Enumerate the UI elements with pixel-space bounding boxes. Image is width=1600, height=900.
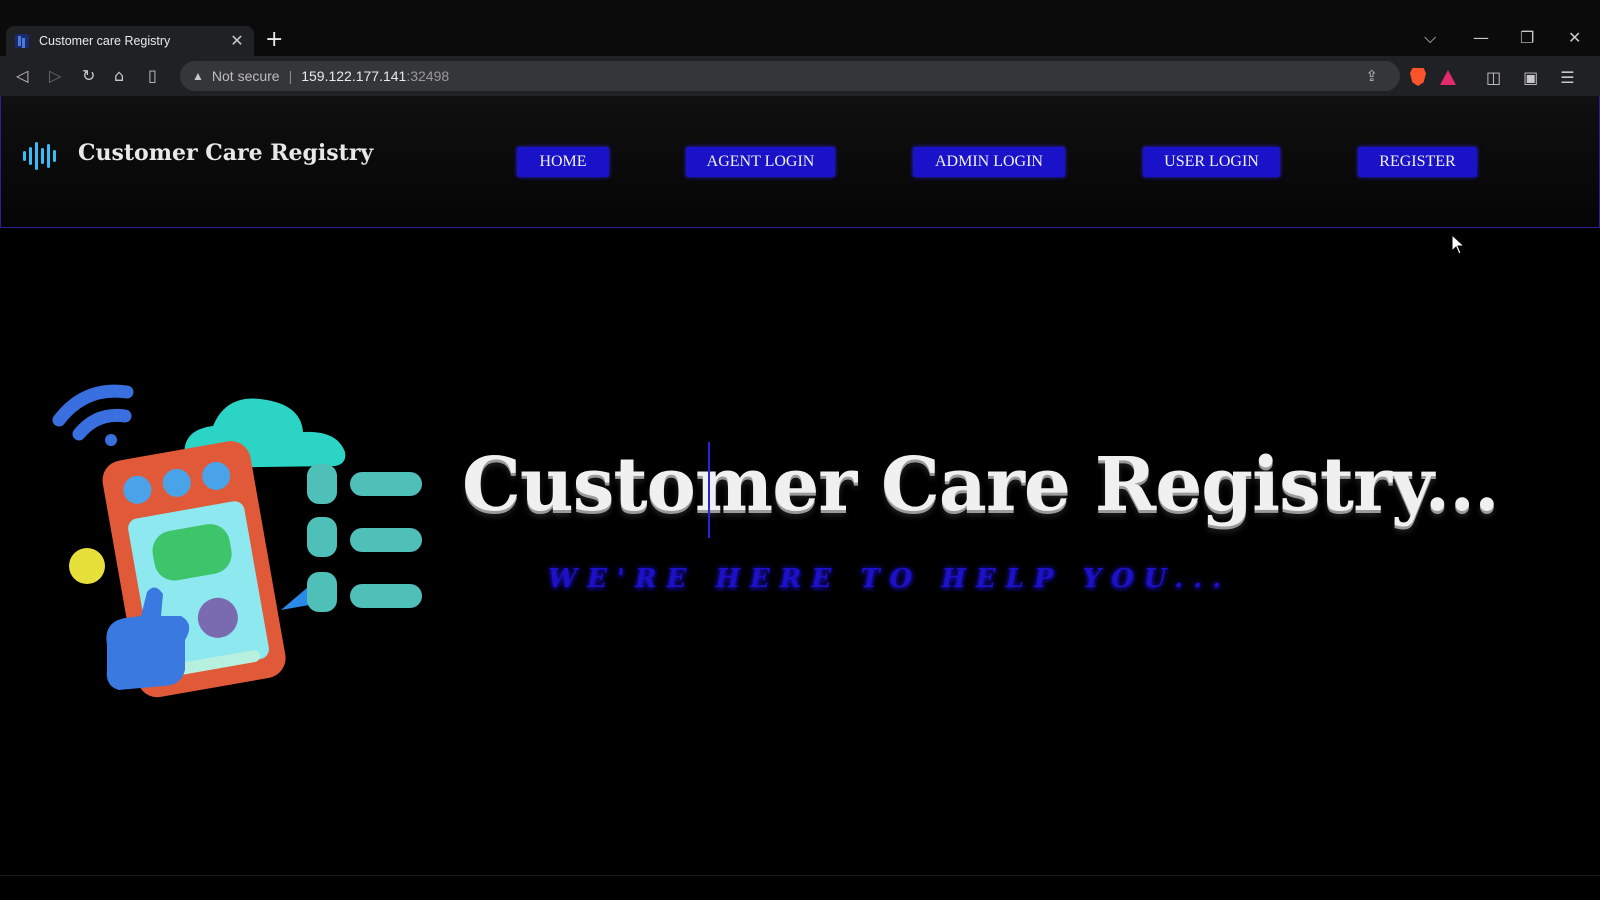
address-separator: | — [288, 68, 293, 84]
mouse-pointer-icon — [1451, 234, 1465, 255]
nav-user-login-button[interactable]: USER LOGIN — [1143, 147, 1280, 177]
nav-home-button[interactable]: HOME — [517, 147, 609, 177]
extensions-area: ◫ ▣ ☰ — [1410, 64, 1575, 90]
sound-wave-logo-icon — [23, 140, 57, 172]
favicon-icon — [15, 34, 29, 48]
brand-name[interactable]: Customer Care Registry — [78, 140, 373, 166]
nav-agent-login-button[interactable]: AGENT LOGIN — [686, 147, 835, 177]
browser-tab[interactable]: Customer care Registry ✕ — [6, 26, 254, 56]
site-navbar: Customer Care Registry HOME AGENT LOGIN … — [0, 96, 1600, 228]
home-icon[interactable]: ⌂ — [114, 66, 124, 86]
browser-tabbar: Customer care Registry ✕ + ⌵ — ❐ ✕ — [0, 0, 1600, 56]
hero-subtitle: WE'RE HERE TO HELP YOU... — [548, 564, 1232, 594]
brave-shields-icon[interactable] — [1410, 68, 1426, 86]
yellow-ball — [69, 548, 105, 584]
reload-icon[interactable]: ↻ — [82, 66, 95, 86]
url-host: 159.122.177.141 — [301, 68, 407, 84]
menu-icon[interactable]: ☰ — [1560, 68, 1574, 87]
new-tab-button[interactable]: + — [265, 28, 283, 52]
page-content: Customer Care Registry HOME AGENT LOGIN … — [0, 96, 1600, 900]
page-bottom-divider — [0, 875, 1600, 876]
url-port: :32498 — [406, 68, 450, 84]
nav-admin-login-button[interactable]: ADMIN LOGIN — [913, 147, 1065, 177]
wallet-icon[interactable]: ▣ — [1523, 68, 1538, 87]
nav-register-button[interactable]: REGISTER — [1358, 147, 1477, 177]
back-icon[interactable]: ◁ — [16, 66, 28, 86]
restore-icon[interactable]: ❐ — [1520, 28, 1534, 48]
tab-title: Customer care Registry — [39, 34, 171, 48]
tab-search-icon[interactable]: ⌵ — [1424, 28, 1436, 48]
address-bar[interactable]: ▲ Not secure | 159.122.177.141 :32498 ⇪ — [180, 61, 1400, 91]
share-icon[interactable]: ⇪ — [1365, 67, 1378, 85]
brave-rewards-icon[interactable] — [1440, 69, 1456, 85]
wifi-icon — [52, 384, 134, 446]
forward-icon[interactable]: ▷ — [49, 66, 61, 86]
warning-icon: ▲ — [192, 69, 204, 83]
customer-care-illustration — [52, 384, 422, 698]
sidebar-icon[interactable]: ◫ — [1486, 68, 1501, 87]
hero-title: Customer Care Registry... — [462, 442, 1500, 528]
minimize-icon[interactable]: — — [1473, 28, 1489, 48]
not-secure-label[interactable]: Not secure — [212, 68, 280, 84]
bookmark-icon[interactable]: ▯ — [148, 66, 157, 86]
tab-close-icon[interactable]: ✕ — [228, 32, 246, 50]
window-close-icon[interactable]: ✕ — [1568, 28, 1581, 48]
list-bars-icon — [307, 464, 422, 612]
text-cursor — [708, 442, 710, 538]
